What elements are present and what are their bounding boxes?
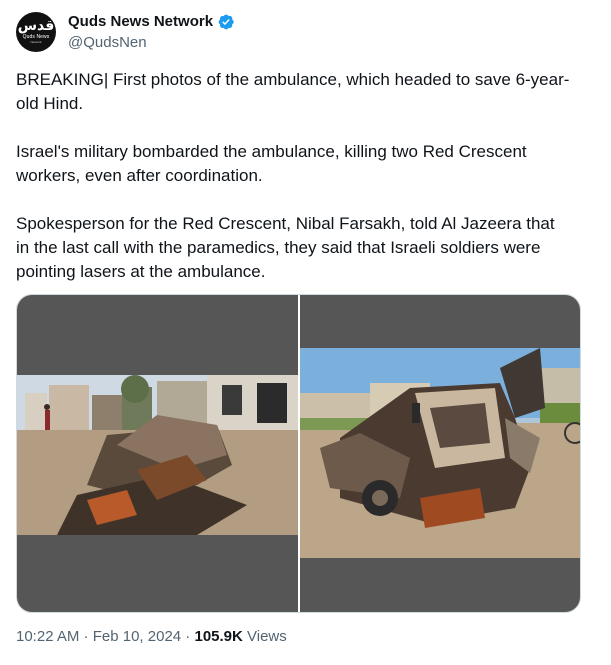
photo-burned-ambulance-vehicle[interactable] <box>299 348 580 558</box>
meta-separator: · <box>181 628 195 645</box>
avatar-logo-mark: قدس <box>17 17 55 34</box>
tweet-paragraph: Israel's military bombarded the ambulanc… <box>16 142 527 185</box>
author-display-name[interactable]: Quds News Network <box>68 12 213 32</box>
tweet-date[interactable]: Feb 10, 2024 <box>93 628 181 645</box>
avatar-logo-subtext: Network <box>30 39 42 44</box>
author-handle[interactable]: @QudsNen <box>68 33 147 53</box>
views-label: Views <box>242 628 287 645</box>
tweet-text: BREAKING| First photos of the ambulance,… <box>16 68 571 284</box>
verified-badge-icon[interactable] <box>217 13 235 31</box>
tweet-time[interactable]: 10:22 AM <box>16 628 79 645</box>
author-name-row: Quds News Network <box>68 12 235 32</box>
media-grid <box>16 294 581 613</box>
avatar[interactable]: قدس Quds News Network <box>16 12 56 52</box>
tweet-meta: 10:22 AM · Feb 10, 2024 · 105.9K Views <box>16 627 287 647</box>
photo-destroyed-ambulance-rubble[interactable] <box>17 375 298 535</box>
photo-vehicle-illustration <box>299 348 580 558</box>
photo-rubble-illustration <box>17 375 298 535</box>
media-item[interactable] <box>299 295 580 612</box>
tweet-paragraph: Spokesperson for the Red Crescent, Nibal… <box>16 214 555 281</box>
media-item[interactable] <box>17 295 298 612</box>
views-count[interactable]: 105.9K <box>194 628 242 645</box>
tweet-card: قدس Quds News Network Quds News Network … <box>0 0 611 665</box>
meta-separator: · <box>79 628 93 645</box>
tweet-paragraph: BREAKING| First photos of the ambulance,… <box>16 70 570 113</box>
